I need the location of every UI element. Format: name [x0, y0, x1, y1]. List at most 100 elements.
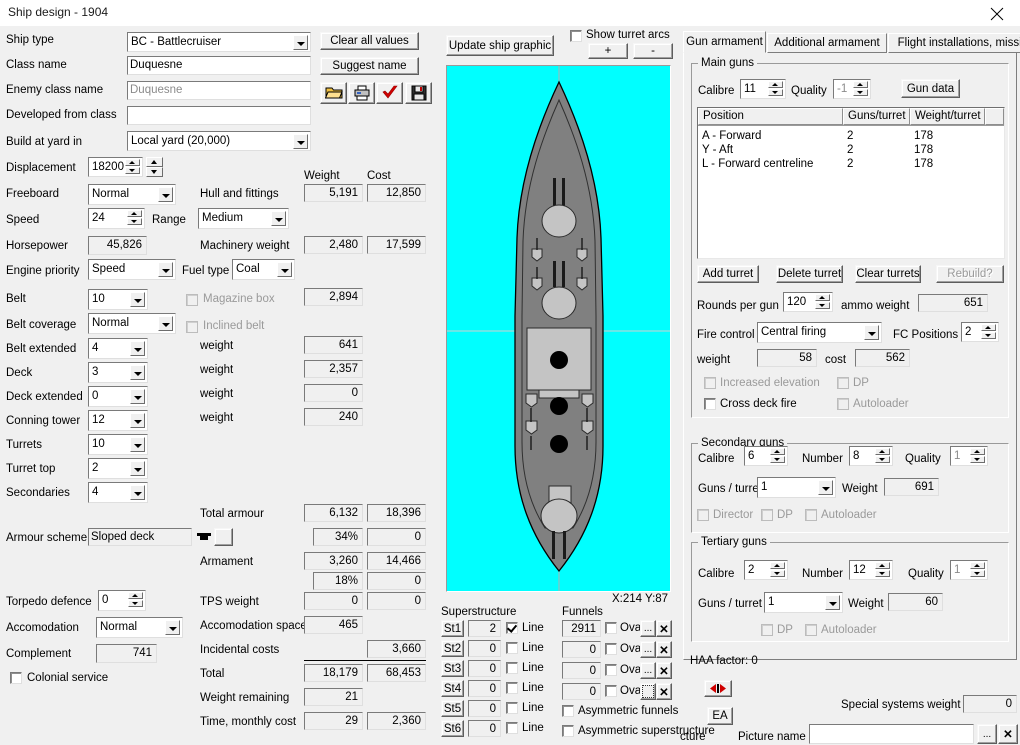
deck-extended-combo[interactable]: 0 [88, 386, 148, 407]
superstructure-button-2[interactable]: St2 [441, 640, 464, 657]
picture-name-input[interactable] [809, 724, 974, 744]
rounds-per-gun-spin-up[interactable] [815, 294, 830, 301]
funnel-oval-checkbox-1[interactable] [605, 622, 617, 634]
secondary-number-input[interactable]: 8 [849, 446, 893, 466]
superstructure-value-6[interactable]: 0 [468, 720, 501, 737]
suggest-name-button[interactable]: Suggest name [320, 57, 419, 75]
turret-top-combo[interactable]: 2 [88, 458, 148, 479]
funnel-clear-button-1[interactable]: ✕ [656, 620, 672, 637]
tertiary-calibre-spin-up[interactable] [770, 562, 785, 569]
speed-input[interactable]: 24 [88, 208, 145, 229]
main-calibre-spin-up[interactable] [768, 81, 783, 88]
chevron-down-icon[interactable] [130, 485, 145, 500]
funnel-oval-checkbox-3[interactable] [605, 664, 617, 676]
speed-spin-down[interactable] [127, 218, 142, 225]
displacement-stepper-extra[interactable] [146, 157, 165, 177]
funnel-value-3[interactable]: 0 [562, 662, 601, 679]
chevron-down-icon[interactable] [158, 187, 173, 202]
tertiary-calibre-input[interactable]: 2 [744, 560, 788, 580]
superstructure-button-4[interactable]: St4 [441, 680, 464, 697]
chevron-down-icon[interactable] [130, 292, 145, 307]
chevron-down-icon[interactable] [130, 413, 145, 428]
chevron-down-icon[interactable] [825, 595, 840, 610]
developed-from-class-input[interactable] [127, 106, 311, 125]
print-button[interactable] [348, 82, 375, 104]
superstructure-line-checkbox-6[interactable] [506, 722, 518, 734]
superstructure-line-checkbox-4[interactable] [506, 682, 518, 694]
superstructure-button-1[interactable]: St1 [441, 620, 464, 637]
open-button[interactable] [320, 82, 347, 104]
column-guns-per-turret[interactable]: Guns/turret [843, 108, 910, 125]
secondary-calibre-spin-up[interactable] [770, 448, 785, 455]
clear-turrets-button[interactable]: Clear turrets [855, 265, 921, 283]
torpedo-defence-spin-up[interactable] [128, 592, 143, 599]
main-calibre-spin-down[interactable] [768, 89, 783, 96]
gun-data-button[interactable]: Gun data [901, 79, 960, 98]
funnel-browse-button-2[interactable]: ... [640, 641, 656, 658]
belt-extended-combo[interactable]: 4 [88, 338, 148, 359]
table-row[interactable]: Y - Aft 2 178 [698, 143, 1004, 157]
asymmetric-funnels-checkbox[interactable] [562, 705, 574, 717]
superstructure-line-checkbox-1[interactable] [506, 622, 518, 634]
superstructure-value-1[interactable]: 2 [468, 620, 501, 637]
asymmetric-superstructure-checkbox[interactable] [562, 725, 574, 737]
chevron-down-icon[interactable] [277, 262, 292, 277]
tertiary-calibre-spin-down[interactable] [770, 570, 785, 577]
speed-spin-up[interactable] [127, 210, 142, 217]
chevron-down-icon[interactable] [130, 341, 145, 356]
superstructure-value-2[interactable]: 0 [468, 640, 501, 657]
update-ship-graphic-button[interactable]: Update ship graphic [446, 35, 554, 56]
funnel-value-4[interactable]: 0 [562, 683, 601, 700]
tertiary-quality-input[interactable]: 1 [950, 560, 988, 580]
funnel-value-1[interactable]: 2911 [562, 620, 601, 637]
main-quality-spin-up[interactable] [853, 81, 868, 88]
funnel-clear-button-2[interactable]: ✕ [656, 641, 672, 658]
superstructure-button-3[interactable]: St3 [441, 660, 464, 677]
picture-browse-button[interactable]: ... [977, 724, 997, 744]
chevron-down-icon[interactable] [130, 437, 145, 452]
fc-positions-input[interactable]: 2 [961, 322, 999, 342]
secondary-number-spin-down[interactable] [875, 456, 890, 463]
superstructure-line-checkbox-3[interactable] [506, 662, 518, 674]
displacement-input[interactable]: 18200 [88, 157, 143, 177]
freeboard-combo[interactable]: Normal [88, 184, 176, 205]
chevron-down-icon[interactable] [130, 389, 145, 404]
chevron-down-icon[interactable] [165, 620, 180, 635]
clear-all-values-button[interactable]: Clear all values [320, 32, 419, 50]
deck-combo[interactable]: 3 [88, 362, 148, 383]
secondary-quality-input[interactable]: 1 [950, 446, 988, 466]
save-button[interactable] [405, 82, 432, 104]
ship-graphic-canvas[interactable] [446, 65, 671, 592]
funnel-clear-button-3[interactable]: ✕ [656, 662, 672, 679]
turrets-combo[interactable]: 10 [88, 434, 148, 455]
main-quality-spin-down[interactable] [853, 89, 868, 96]
conning-tower-combo[interactable]: 12 [88, 410, 148, 431]
cross-deck-fire-checkbox[interactable] [704, 398, 716, 410]
rounds-per-gun-spin-down[interactable] [815, 302, 830, 309]
delete-turret-button[interactable]: Delete turret [776, 265, 843, 283]
fire-control-combo[interactable]: Central firing [757, 322, 882, 343]
class-name-input[interactable]: Duquesne [127, 56, 311, 75]
chevron-down-icon[interactable] [864, 325, 879, 340]
column-weight-per-turret[interactable]: Weight/turret [910, 108, 985, 125]
funnel-browse-button-1[interactable]: ... [640, 620, 656, 637]
main-calibre-input[interactable]: 11 [740, 79, 786, 99]
superstructure-value-3[interactable]: 0 [468, 660, 501, 677]
secondaries-combo[interactable]: 4 [88, 482, 148, 503]
close-button[interactable] [974, 0, 1020, 26]
fc-positions-spin-up[interactable] [981, 324, 996, 331]
superstructure-line-checkbox-2[interactable] [506, 642, 518, 654]
belt-combo[interactable]: 10 [88, 289, 148, 310]
superstructure-line-checkbox-5[interactable] [506, 702, 518, 714]
chevron-down-icon[interactable] [130, 461, 145, 476]
column-extra[interactable] [985, 108, 1004, 125]
superstructure-button-5[interactable]: St5 [441, 700, 464, 717]
column-position[interactable]: Position [698, 108, 843, 125]
chevron-down-icon[interactable] [271, 211, 286, 226]
superstructure-value-5[interactable]: 0 [468, 700, 501, 717]
flip-button[interactable] [704, 680, 732, 697]
tertiary-quality-spin-up[interactable] [970, 562, 985, 569]
secondary-quality-spin-up[interactable] [970, 448, 985, 455]
turret-list[interactable]: Position Guns/turret Weight/turret A - F… [697, 107, 1005, 259]
enemy-class-name-input[interactable]: Duquesne [127, 81, 311, 100]
